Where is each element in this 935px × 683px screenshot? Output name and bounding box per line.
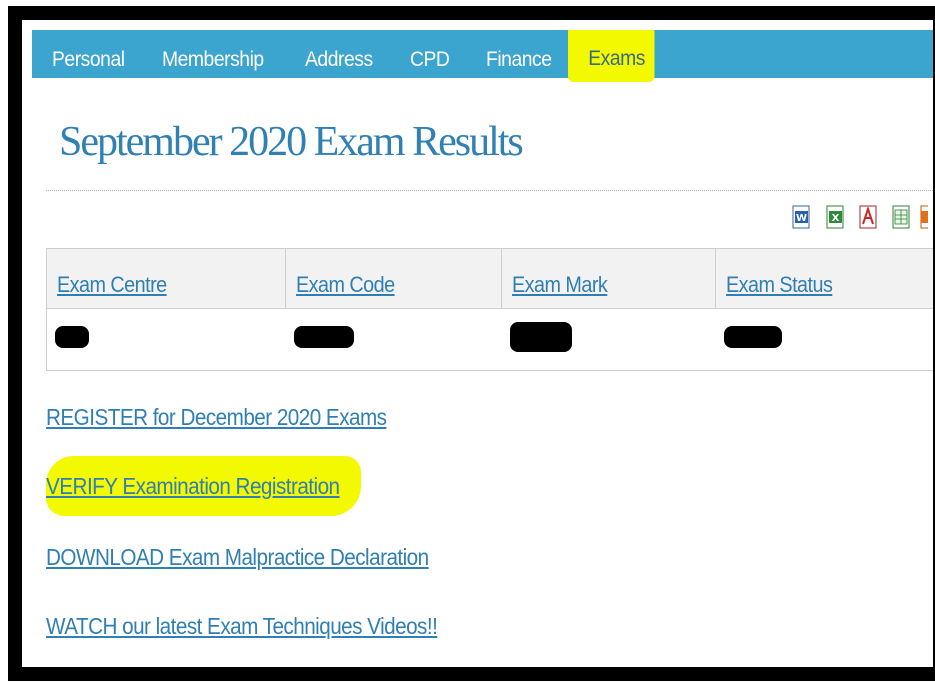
redaction-mark [55, 326, 89, 348]
verify-registration-link[interactable]: VERIFY Examination Registration [46, 473, 340, 500]
exam-results-page: Personal Membership Address CPD Finance … [32, 30, 933, 667]
redaction-mark [293, 326, 354, 348]
table-header-row: Exam Centre Exam Code Exam Mark Exam Sta… [46, 248, 933, 309]
header-exam-code: Exam Code [285, 248, 502, 309]
cell-exam-code-redacted [285, 308, 502, 371]
sort-exam-code-link[interactable]: Exam Code [296, 272, 395, 298]
tab-cpd[interactable]: CPD [410, 30, 450, 78]
top-nav-bar: Personal Membership Address CPD Finance … [32, 30, 933, 82]
cell-exam-mark-redacted [501, 308, 716, 371]
xml-icon[interactable] [920, 205, 928, 229]
tab-personal[interactable]: Personal [52, 30, 125, 78]
download-malpractice-declaration-link[interactable]: DOWNLOAD Exam Malpractice Declaration [46, 544, 429, 571]
page-title: September 2020 Exam Results [59, 119, 524, 165]
tab-finance[interactable]: Finance [486, 30, 552, 78]
table-row [46, 308, 933, 371]
cell-exam-status-redacted [715, 308, 933, 371]
tab-membership[interactable]: Membership [162, 30, 264, 78]
redaction-mark [509, 322, 572, 352]
word-icon[interactable]: W [792, 205, 810, 229]
screenshot-frame-inner: Personal Membership Address CPD Finance … [22, 20, 933, 667]
sort-exam-mark-link[interactable]: Exam Mark [512, 272, 608, 298]
svg-text:X: X [832, 213, 840, 224]
title-divider [46, 190, 933, 191]
pdf-icon[interactable] [859, 205, 877, 229]
svg-text:W: W [796, 213, 807, 224]
register-exams-link[interactable]: REGISTER for December 2020 Exams [46, 404, 387, 431]
header-exam-centre: Exam Centre [46, 248, 286, 309]
exam-results-table: Exam Centre Exam Code Exam Mark Exam Sta… [46, 248, 933, 371]
header-exam-status: Exam Status [715, 248, 933, 309]
sort-exam-centre-link[interactable]: Exam Centre [57, 272, 167, 298]
watch-exam-videos-link[interactable]: WATCH our latest Exam Techniques Videos!… [46, 613, 438, 640]
tab-address[interactable]: Address [305, 30, 373, 78]
cell-exam-centre-redacted [46, 308, 286, 371]
tab-exams[interactable]: Exams [568, 30, 655, 82]
header-exam-mark: Exam Mark [501, 248, 716, 309]
csv-icon[interactable] [892, 205, 910, 229]
redaction-mark [723, 326, 782, 348]
screenshot-frame: Personal Membership Address CPD Finance … [8, 6, 935, 681]
excel-icon[interactable]: X [826, 205, 844, 229]
sort-exam-status-link[interactable]: Exam Status [726, 272, 833, 298]
